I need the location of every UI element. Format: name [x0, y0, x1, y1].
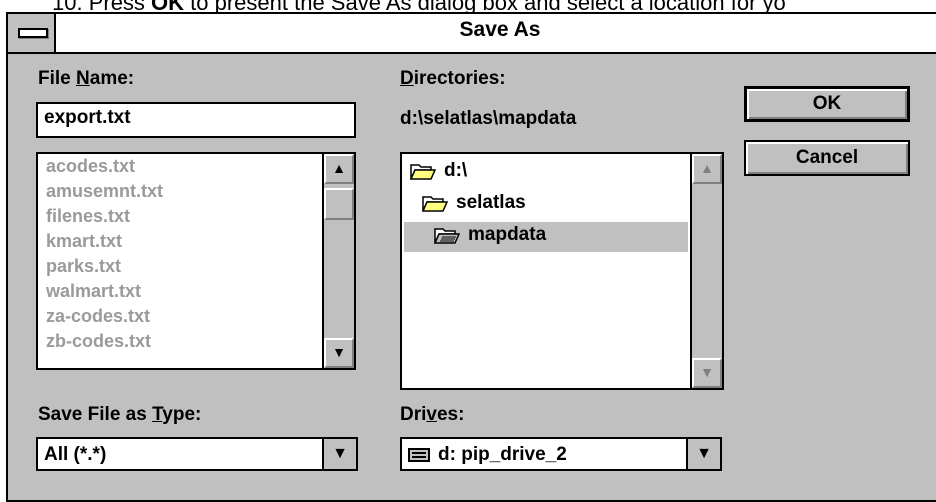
file-name-label-post: ame:	[89, 68, 135, 89]
directory-item[interactable]: d:\	[410, 160, 467, 182]
directory-label: d:\	[444, 160, 468, 181]
dialog-title: Save As	[459, 18, 541, 41]
save-as-dialog: Save As File Name: export.txt acodes.txt…	[6, 12, 936, 502]
directory-item-selected[interactable]: mapdata	[434, 224, 546, 246]
arrow-down-icon: ▼	[696, 445, 712, 462]
directory-label: mapdata	[468, 224, 547, 245]
scroll-up-button[interactable]: ▲	[692, 154, 722, 184]
file-list-item[interactable]: zb-codes.txt	[46, 331, 151, 352]
cancel-button[interactable]: Cancel	[744, 140, 910, 176]
drive-icon	[408, 448, 430, 462]
file-name-label: File Name:	[38, 68, 134, 90]
file-name-label-accel: N	[76, 68, 90, 89]
folder-open-icon	[434, 226, 460, 244]
save-type-label-accel: T	[152, 404, 163, 425]
drives-select[interactable]: d: pip_drive_2 ▼	[400, 437, 722, 471]
arrow-down-icon: ▼	[332, 344, 346, 360]
save-type-dropdown-button[interactable]: ▼	[322, 439, 356, 469]
drives-value: d: pip_drive_2	[408, 444, 567, 466]
directories-label-post: irectories:	[413, 68, 506, 89]
arrow-up-icon: ▲	[700, 160, 714, 176]
directories-label-accel: D	[400, 68, 414, 89]
save-type-label: Save File as Type:	[38, 404, 201, 426]
drives-value-text: d: pip_drive_2	[438, 444, 567, 465]
drives-label-post: es:	[436, 404, 465, 425]
file-list-scrollbar[interactable]: ▲ ▼	[322, 154, 354, 368]
title-bar: Save As	[8, 14, 936, 54]
file-list-item[interactable]: acodes.txt	[46, 156, 135, 177]
drives-dropdown-button[interactable]: ▼	[686, 439, 720, 469]
file-list-item[interactable]: amusemnt.txt	[46, 181, 163, 202]
file-list-item[interactable]: parks.txt	[46, 256, 121, 277]
directory-label: selatlas	[456, 192, 526, 213]
arrow-down-icon: ▼	[332, 445, 348, 462]
ok-button[interactable]: OK	[744, 86, 910, 122]
file-list-item[interactable]: kmart.txt	[46, 231, 122, 252]
file-list[interactable]: acodes.txt amusemnt.txt filenes.txt kmar…	[36, 152, 356, 370]
drives-label: Drives:	[400, 404, 464, 426]
directory-list[interactable]: d:\ selatlas mapdata ▲ ▼	[400, 152, 724, 390]
scroll-down-button[interactable]: ▼	[324, 338, 354, 368]
drives-label-pre: Dri	[400, 404, 427, 425]
scroll-thumb[interactable]	[324, 188, 354, 220]
save-type-select[interactable]: All (*.*) ▼	[36, 437, 358, 471]
arrow-up-icon: ▲	[332, 160, 346, 176]
drives-label-accel: v	[426, 404, 437, 425]
file-name-input[interactable]: export.txt	[36, 102, 356, 138]
arrow-down-icon: ▼	[700, 364, 714, 380]
system-menu-button[interactable]	[8, 14, 56, 52]
file-list-item[interactable]: walmart.txt	[46, 281, 141, 302]
folder-open-icon	[422, 194, 448, 212]
directory-item[interactable]: selatlas	[422, 192, 526, 214]
current-directory-path: d:\selatlas\mapdata	[400, 108, 577, 129]
scroll-down-button[interactable]: ▼	[692, 358, 722, 388]
save-type-value: All (*.*)	[44, 444, 107, 465]
file-name-label-pre: File	[38, 68, 77, 89]
directories-label: Directories:	[400, 68, 506, 90]
save-type-label-pre: Save File as	[38, 404, 153, 425]
directory-scrollbar[interactable]: ▲ ▼	[690, 154, 722, 388]
scroll-up-button[interactable]: ▲	[324, 154, 354, 184]
folder-open-icon	[410, 162, 436, 180]
file-list-item[interactable]: filenes.txt	[46, 206, 130, 227]
save-type-label-post: ype:	[162, 404, 202, 425]
file-list-item[interactable]: za-codes.txt	[46, 306, 150, 327]
